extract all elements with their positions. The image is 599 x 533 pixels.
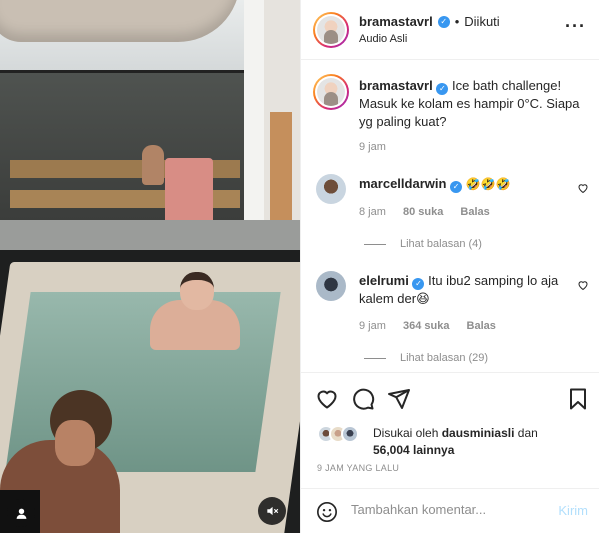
- media-pillar: [244, 0, 264, 255]
- like-comment-heart-icon[interactable]: [577, 182, 589, 194]
- reply-button[interactable]: Balas: [460, 206, 489, 218]
- add-comment-bar: Kirim: [301, 488, 599, 533]
- like-comment-heart-icon[interactable]: [577, 279, 589, 291]
- comment-bubble-icon[interactable]: [351, 387, 375, 411]
- author-username[interactable]: bramastavrl: [359, 14, 433, 29]
- likes-conjunction: dan: [517, 426, 538, 440]
- speaker-muted-icon: [267, 506, 279, 516]
- post-caption: bramastavrl ✓ Ice bath challenge! Masuk …: [359, 77, 585, 131]
- media-umbrella: [0, 0, 240, 42]
- comment-username[interactable]: marcelldarwin: [359, 176, 446, 191]
- view-replies-label: Lihat balasan (29): [400, 352, 489, 364]
- liker-avatar: [341, 425, 359, 443]
- replies-divider: [364, 243, 386, 245]
- caption-username[interactable]: bramastavrl: [359, 78, 433, 93]
- post-actions-section: Disukai oleh dausminiasli dan 56,004 lai…: [301, 372, 599, 533]
- user-icon: [16, 508, 26, 519]
- like-heart-icon[interactable]: [315, 387, 339, 411]
- likes-count-link[interactable]: 56,004 lainnya: [373, 443, 454, 457]
- media-woman-face: [55, 420, 95, 466]
- caption-timestamp[interactable]: 9 jam: [359, 141, 386, 153]
- comment-like-count[interactable]: 80 suka: [403, 206, 443, 218]
- likes-summary: Disukai oleh dausminiasli dan 56,004 lai…: [317, 425, 538, 459]
- comment-text: 🤣🤣🤣: [465, 177, 511, 191]
- audio-link[interactable]: Audio Asli: [359, 33, 407, 45]
- following-status-button[interactable]: Diikuti: [464, 14, 499, 29]
- post-header: bramastavrl ✓ • Diikuti Audio Asli ···: [301, 0, 599, 60]
- save-bookmark-icon[interactable]: [566, 387, 590, 411]
- author-info: bramastavrl ✓ • Diikuti: [359, 14, 500, 29]
- emoji-smiley-icon[interactable]: [316, 501, 338, 523]
- reply-button[interactable]: Balas: [467, 320, 496, 332]
- view-replies-button[interactable]: Lihat balasan (29): [364, 352, 488, 364]
- author-avatar: [317, 78, 345, 106]
- view-replies-button[interactable]: Lihat balasan (4): [364, 238, 482, 250]
- comment-meta: 9 jam 364 suka Balas: [359, 320, 496, 332]
- post-side-panel: bramastavrl ✓ • Diikuti Audio Asli ··· b…: [300, 0, 599, 533]
- comment-meta: 8 jam 80 suka Balas: [359, 206, 490, 218]
- verified-badge-icon: ✓: [412, 278, 425, 290]
- comment-input[interactable]: [351, 502, 541, 517]
- comment-timestamp[interactable]: 9 jam: [359, 320, 386, 332]
- comment: marcelldarwin ✓ 🤣🤣🤣: [359, 175, 564, 193]
- commenter-avatar[interactable]: [316, 271, 346, 301]
- media-sauna-person: [142, 145, 164, 185]
- tagged-users-button[interactable]: [7, 499, 35, 527]
- likes-prefix: Disukai oleh: [373, 426, 439, 440]
- liker-avatars[interactable]: [317, 425, 365, 445]
- likes-text: Disukai oleh dausminiasli dan 56,004 lai…: [373, 425, 538, 459]
- author-avatar: [317, 16, 345, 44]
- comment-like-count[interactable]: 364 suka: [403, 320, 449, 332]
- verified-badge-icon: ✓: [437, 15, 450, 28]
- post-media-video[interactable]: [0, 0, 300, 533]
- media-man-head: [180, 272, 214, 310]
- author-avatar-story-ring[interactable]: [313, 12, 349, 48]
- caption-author-avatar[interactable]: [313, 74, 349, 110]
- commenter-avatar[interactable]: [316, 174, 346, 204]
- verified-badge-icon: ✓: [436, 83, 449, 95]
- comment-timestamp[interactable]: 8 jam: [359, 206, 386, 218]
- view-replies-label: Lihat balasan (4): [400, 238, 482, 250]
- replies-divider: [364, 357, 386, 359]
- comment-username[interactable]: elelrumi: [359, 273, 409, 288]
- share-paper-plane-icon[interactable]: [387, 387, 411, 411]
- comment: elelrumi ✓ Itu ibu2 samping lo aja kalem…: [359, 272, 564, 308]
- post-timestamp[interactable]: 9 JAM YANG LALU: [317, 463, 399, 473]
- more-options-icon[interactable]: ···: [565, 17, 586, 35]
- verified-badge-icon: ✓: [450, 181, 463, 193]
- mute-toggle-button[interactable]: [258, 497, 286, 525]
- header-separator: •: [454, 14, 460, 29]
- post-comment-button[interactable]: Kirim: [558, 503, 588, 518]
- liker-username[interactable]: dausminiasli: [442, 426, 515, 440]
